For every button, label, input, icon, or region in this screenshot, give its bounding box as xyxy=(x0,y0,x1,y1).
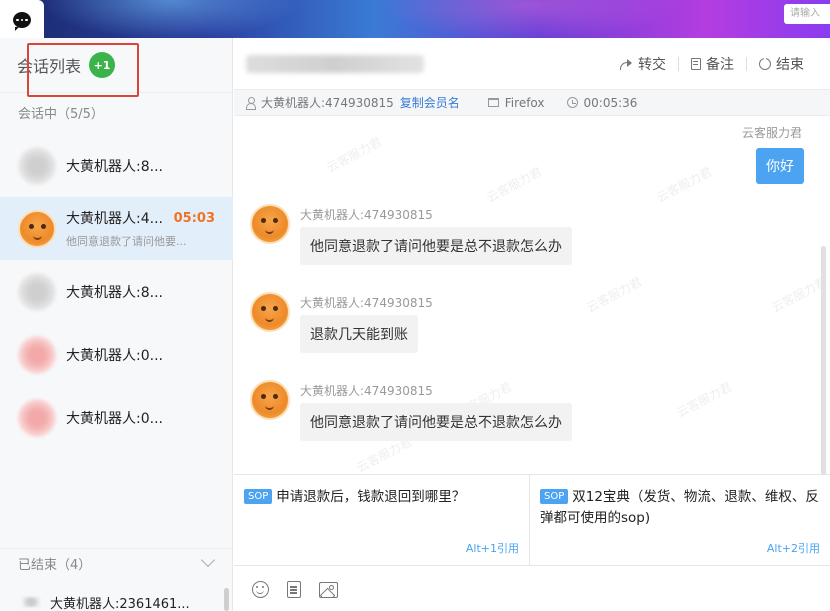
watermark: 云客服力君 xyxy=(324,134,385,176)
power-icon xyxy=(759,56,771,70)
conversation-name: 大黄机器人:0... xyxy=(66,347,163,364)
image-icon[interactable] xyxy=(319,581,338,598)
chat-bubble-icon xyxy=(13,12,31,31)
top-banner: 请输入 xyxy=(0,0,830,38)
highlight-annotation xyxy=(27,43,139,97)
watermark: 云客服力君 xyxy=(654,164,715,206)
emoji-icon[interactable] xyxy=(252,581,269,598)
conversation-sidebar: 会话列表 +1 会话中（5/5） 大黄机器人:8... 大黄机器人:4... 他… xyxy=(0,38,233,611)
message-area[interactable]: 云客服力君 云客服力君 云客服力君 云客服力君 云客服力君 云客服力君 云客服力… xyxy=(234,116,830,474)
avatar xyxy=(18,335,56,374)
sop-suggestions: SOP 申请退款后，钱款退回到哪里？ Alt+1引用 SOP 双12宝典（发货、物流… xyxy=(234,474,830,566)
avatar xyxy=(250,204,290,244)
ended-section-header[interactable]: 已结束（4） xyxy=(0,548,233,578)
ended-section-label: 已结束（4） xyxy=(18,558,92,573)
avatar xyxy=(18,272,56,311)
chat-header: 转交 备注 结束 xyxy=(234,38,830,90)
watermark: 云客服力君 xyxy=(584,274,645,316)
avatar xyxy=(18,146,56,185)
conversation-item[interactable]: 大黄机器人:8... xyxy=(0,134,233,197)
active-section-label[interactable]: 会话中（5/5） xyxy=(0,93,232,129)
sop-tag: SOP xyxy=(540,489,569,504)
message-bubble: 他同意退款了请问他要是总不退款怎么办 xyxy=(300,403,572,441)
avatar xyxy=(22,597,40,607)
agent-name: 云客服力君 xyxy=(741,126,802,140)
conversation-name: 大黄机器人:0... xyxy=(66,410,163,427)
member-name: 大黄机器人:474930815 xyxy=(261,96,394,110)
message-bubble: 退款几天能到账 xyxy=(300,315,418,353)
transfer-button[interactable]: 转交 xyxy=(607,54,678,74)
share-arrow-icon xyxy=(619,59,633,70)
ended-conversation-item[interactable]: 大黄机器人:2361461... xyxy=(0,593,233,611)
conversation-item-active[interactable]: 大黄机器人:4... 他同意退款了请问他要... 05:03 xyxy=(0,197,233,260)
banner-search-input[interactable]: 请输入 xyxy=(784,4,830,24)
conversation-item[interactable]: 大黄机器人:0... xyxy=(0,386,233,449)
avatar xyxy=(18,209,56,248)
user-icon xyxy=(246,97,256,110)
sop-tag: SOP xyxy=(244,489,273,504)
message-scrollbar[interactable] xyxy=(821,246,826,474)
conversation-name: 大黄机器人:8... xyxy=(66,284,163,301)
browser-name: Firefox xyxy=(504,95,545,110)
end-label: 结束 xyxy=(776,57,804,73)
conversation-name: 大黄机器人:8... xyxy=(66,158,163,175)
blurred-chat-title xyxy=(246,55,424,73)
avatar xyxy=(250,292,290,332)
conversation-item[interactable]: 大黄机器人:0... xyxy=(0,323,233,386)
sidebar-scrollbar[interactable] xyxy=(224,588,229,611)
sop-shortcut-hint: Alt+1引用 xyxy=(465,542,519,555)
conversation-name: 大黄机器人:2361461... xyxy=(50,596,190,611)
banner-decoration xyxy=(380,0,680,38)
conversation-item[interactable]: 大黄机器人:8... xyxy=(0,260,233,323)
message-sender: 大黄机器人:474930815 xyxy=(300,296,433,310)
watermark: 云客服力君 xyxy=(484,164,545,206)
clock-icon xyxy=(566,97,578,108)
watermark: 云客服力君 xyxy=(674,379,735,421)
sidebar-header: 会话列表 +1 xyxy=(0,38,232,97)
note-label: 备注 xyxy=(706,57,734,73)
session-duration: 00:05:36 xyxy=(583,95,638,110)
end-button[interactable]: 结束 xyxy=(747,54,816,74)
sop-shortcut-hint: Alt+2引用 xyxy=(766,542,820,555)
transfer-label: 转交 xyxy=(638,57,666,73)
sop-text: 双12宝典（发货、物流、退款、维权、反弹都可使用的sop) xyxy=(540,489,819,526)
file-icon[interactable] xyxy=(287,581,301,598)
message-sender: 大黄机器人:474930815 xyxy=(300,208,433,222)
conversation-timer: 05:03 xyxy=(173,211,215,226)
app-tab[interactable] xyxy=(0,0,44,40)
agent-message-bubble: 你好 xyxy=(756,148,804,184)
avatar xyxy=(18,398,56,437)
browser-icon xyxy=(487,98,499,107)
composer-toolbar xyxy=(234,568,830,611)
banner-decoration xyxy=(40,0,300,38)
conversation-list: 大黄机器人:8... 大黄机器人:4... 他同意退款了请问他要... 05:0… xyxy=(0,134,233,449)
chat-panel: 转交 备注 结束 大黄机器人:474930815 复制会员名 Firefox 0… xyxy=(234,38,830,611)
note-icon xyxy=(691,58,701,70)
customer-info-bar: 大黄机器人:474930815 复制会员名 Firefox 00:05:36 xyxy=(234,90,830,116)
avatar xyxy=(250,380,290,420)
sop-text: 申请退款后，钱款退回到哪里？ xyxy=(276,489,466,505)
note-button[interactable]: 备注 xyxy=(679,54,746,74)
message-bubble: 他同意退款了请问他要是总不退款怎么办 xyxy=(300,227,572,265)
message-sender: 大黄机器人:474930815 xyxy=(300,384,433,398)
sop-card[interactable]: SOP 申请退款后，钱款退回到哪里？ Alt+1引用 xyxy=(234,475,529,565)
chevron-down-icon[interactable] xyxy=(200,552,216,568)
conversation-preview: 他同意退款了请问他要... xyxy=(66,235,187,248)
sop-card[interactable]: SOP 双12宝典（发货、物流、退款、维权、反弹都可使用的sop) Alt+2引用 xyxy=(529,475,830,565)
copy-member-link[interactable]: 复制会员名 xyxy=(400,94,460,111)
